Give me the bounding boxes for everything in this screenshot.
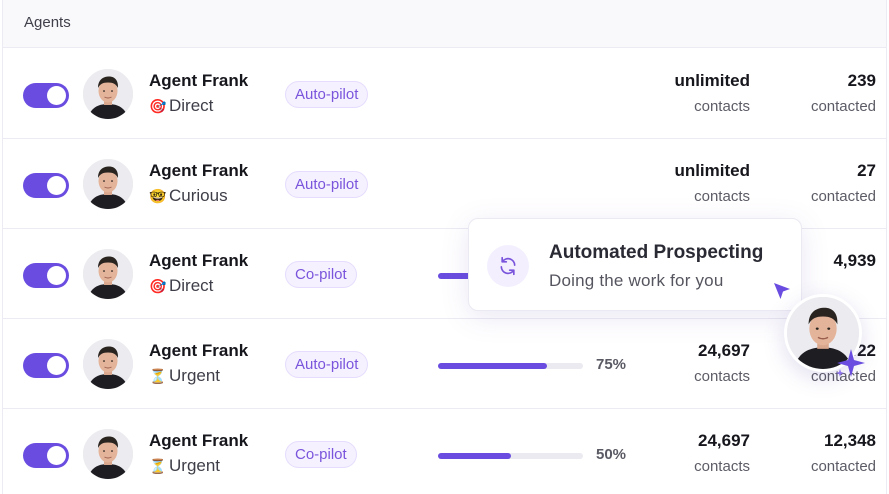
agent-name: Agent Frank <box>149 161 249 180</box>
agent-avatar <box>83 69 133 119</box>
agent-row: Agent Frank 🎯 Direct Auto-pilot unlimite… <box>3 49 886 139</box>
mode-badge[interactable]: Co-pilot <box>285 441 357 468</box>
popup-subtitle: Doing the work for you <box>549 271 724 290</box>
contacts-label: contacts <box>694 188 750 205</box>
contacts-stat: unlimited contacts <box>674 71 750 115</box>
contacts-label: contacts <box>694 458 750 475</box>
agent-name: Agent Frank <box>149 341 249 360</box>
mode-badge[interactable]: Auto-pilot <box>285 351 369 378</box>
agent-avatar <box>83 249 133 299</box>
agent-mood-label: Urgent <box>169 366 221 385</box>
progress-bar <box>438 453 583 459</box>
progress-label: 75% <box>596 356 627 373</box>
hourglass-icon: ⏳ <box>149 457 167 474</box>
hourglass-icon: ⏳ <box>149 367 167 384</box>
agent-mood-label: Direct <box>169 96 214 115</box>
contacts-value: unlimited <box>674 161 750 180</box>
contacted-label: contacted <box>810 458 876 475</box>
cursor-icon <box>774 283 790 299</box>
agent-avatar <box>83 429 133 479</box>
agent-row: Agent Frank ⏳ Urgent Co-pilot 50% 24,697… <box>3 409 886 494</box>
contacts-label: contacts <box>694 368 750 385</box>
sparkle-icon <box>836 349 865 377</box>
agent-mood: 🤓 Curious <box>149 186 228 206</box>
agent-mood: 🎯 Direct <box>149 276 213 296</box>
toggle-knob <box>47 356 66 375</box>
target-icon: 🎯 <box>149 97 167 114</box>
agent-name: Agent Frank <box>149 431 249 450</box>
contacted-stat: 27 contacted <box>811 161 876 205</box>
toggle-knob <box>47 86 66 105</box>
contacts-value: 24,697 <box>698 431 750 450</box>
contacted-stat: 239 contacted <box>811 71 876 115</box>
agent-mood: 🎯 Direct <box>149 96 213 116</box>
progress-fill <box>438 453 511 459</box>
agent-toggle[interactable] <box>23 443 69 468</box>
toggle-knob <box>47 446 66 465</box>
agent-toggle[interactable] <box>23 83 69 108</box>
nerd-face-icon: 🤓 <box>149 187 167 204</box>
contacts-value: 24,697 <box>698 341 750 360</box>
contacted-value: 4,939 <box>833 251 876 270</box>
target-icon: 🎯 <box>149 277 167 294</box>
contacted-stat: 12,348 contacted <box>811 431 876 475</box>
agent-toggle[interactable] <box>23 263 69 288</box>
contacted-label: contacted <box>810 188 876 205</box>
contacts-value: unlimited <box>674 71 750 90</box>
agent-row: Agent Frank ⏳ Urgent Auto-pilot 75% 24,6… <box>3 319 886 409</box>
popup-title: Automated Prospecting <box>549 242 764 263</box>
contacted-value: 27 <box>857 161 876 180</box>
mode-badge[interactable]: Auto-pilot <box>285 81 369 108</box>
agent-row: Agent Frank 🤓 Curious Auto-pilot unlimit… <box>3 139 886 229</box>
agent-avatar <box>83 159 133 209</box>
agent-name: Agent Frank <box>149 71 249 90</box>
mode-badge[interactable]: Co-pilot <box>285 261 357 288</box>
contacts-stat: unlimited contacts <box>674 161 750 205</box>
automated-prospecting-card: Automated Prospecting Doing the work for… <box>468 218 802 311</box>
agent-avatar <box>83 339 133 389</box>
progress-bar <box>438 363 583 369</box>
contacts-label: contacts <box>694 98 750 115</box>
contacted-stat: 4,939 <box>833 251 876 278</box>
contacted-value: 239 <box>847 71 876 90</box>
contacted-value: 12,348 <box>824 431 876 450</box>
agent-mood-label: Direct <box>169 276 214 295</box>
contacted-label: contacted <box>810 98 876 115</box>
agent-toggle[interactable] <box>23 353 69 378</box>
agent-mood-label: Urgent <box>169 456 221 475</box>
panel-title: Agents <box>24 14 71 31</box>
toggle-knob <box>47 266 66 285</box>
mode-badge[interactable]: Auto-pilot <box>285 171 369 198</box>
panel-header: Agents <box>3 0 886 48</box>
agent-toggle[interactable] <box>23 173 69 198</box>
progress-fill <box>438 363 547 369</box>
agent-mood: ⏳ Urgent <box>149 366 220 386</box>
refresh-icon <box>487 245 529 287</box>
progress-label: 50% <box>596 446 627 463</box>
toggle-knob <box>47 176 66 195</box>
contacts-stat: 24,697 contacts <box>694 341 750 385</box>
agent-name: Agent Frank <box>149 251 249 270</box>
agent-mood-label: Curious <box>169 186 228 205</box>
agent-mood: ⏳ Urgent <box>149 456 220 476</box>
contacts-stat: 24,697 contacts <box>694 431 750 475</box>
